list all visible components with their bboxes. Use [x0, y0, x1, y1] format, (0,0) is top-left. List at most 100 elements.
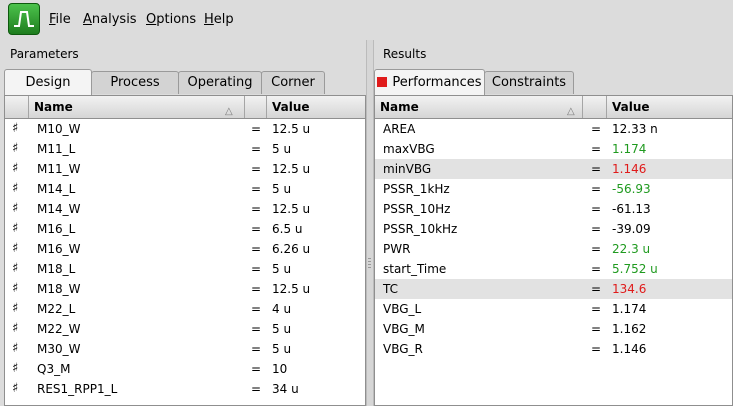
menu-analysis[interactable]: Analysis — [83, 12, 137, 27]
table-row[interactable]: ♯ M11_W = 12.5 u — [5, 159, 365, 179]
result-value: 12.33 n — [612, 122, 658, 136]
menu-file[interactable]: File — [49, 12, 71, 27]
param-value[interactable]: 12.5 u — [272, 159, 310, 179]
table-row[interactable]: ♯ M14_L = 5 u — [5, 179, 365, 199]
param-equals: = — [251, 162, 262, 176]
param-equals: = — [251, 382, 262, 396]
result-name: maxVBG — [383, 142, 435, 156]
row-hash-icon: ♯ — [12, 361, 19, 376]
tab-operating[interactable]: Operating — [178, 71, 262, 94]
param-value[interactable]: 10 — [272, 359, 287, 379]
param-equals: = — [251, 362, 262, 376]
table-row[interactable]: ♯ M18_W = 12.5 u — [5, 279, 365, 299]
param-value[interactable]: 12.5 u — [272, 119, 310, 139]
table-row[interactable]: ♯ M16_L = 6.5 u — [5, 219, 365, 239]
row-hash-icon: ♯ — [12, 221, 19, 236]
result-name: start_Time — [383, 262, 447, 276]
tab-process[interactable]: Process — [91, 71, 179, 94]
performances-indicator-icon — [377, 77, 388, 87]
param-name: M22_W — [37, 322, 81, 336]
menu-help[interactable]: Help — [204, 12, 234, 27]
parameters-tabbar: Design Process Operating Corner — [4, 69, 366, 95]
param-value[interactable]: 5 u — [272, 319, 291, 339]
table-row[interactable]: maxVBG = 1.174 — [375, 139, 732, 159]
row-hash-icon: ♯ — [12, 241, 19, 256]
result-value: 134.6 — [612, 282, 647, 296]
menu-help-mnemonic: H — [204, 12, 214, 27]
result-name: AREA — [383, 122, 416, 136]
param-name: M14_L — [37, 182, 76, 196]
result-equals: = — [591, 302, 602, 316]
table-row[interactable]: ♯ M22_L = 4 u — [5, 299, 365, 319]
table-row[interactable]: PSSR_10kHz = -39.09 — [375, 219, 732, 239]
table-row[interactable]: ♯ M30_W = 5 u — [5, 339, 365, 359]
param-name: M16_L — [37, 222, 76, 236]
tab-design-label: Design — [25, 75, 71, 90]
tab-corner-label: Corner — [271, 75, 315, 90]
result-equals: = — [591, 282, 602, 296]
results-header-eq — [583, 96, 607, 118]
param-value[interactable]: 12.5 u — [272, 279, 310, 299]
result-name: minVBG — [383, 162, 432, 176]
result-equals: = — [591, 322, 602, 336]
table-row[interactable]: start_Time = 5.752 u — [375, 259, 732, 279]
table-row[interactable]: VBG_M = 1.162 — [375, 319, 732, 339]
param-name: M10_W — [37, 122, 81, 136]
param-value[interactable]: 5 u — [272, 259, 291, 279]
menu-options-label: ptions — [156, 12, 197, 27]
row-hash-icon: ♯ — [12, 161, 19, 176]
parameters-header-name[interactable]: Name △ — [29, 96, 245, 118]
param-equals: = — [251, 142, 262, 156]
results-header-value[interactable]: Value — [607, 96, 733, 118]
result-value: 5.752 u — [612, 262, 658, 276]
param-value[interactable]: 4 u — [272, 299, 291, 319]
param-value[interactable]: 5 u — [272, 179, 291, 199]
result-value: -61.13 — [612, 202, 651, 216]
table-row[interactable]: ♯ Q3_M = 10 — [5, 359, 365, 379]
results-header-name-label: Name — [380, 100, 419, 114]
table-row[interactable]: AREA = 12.33 n — [375, 119, 732, 139]
table-row[interactable]: VBG_R = 1.146 — [375, 339, 732, 359]
table-row[interactable]: TC = 134.6 — [375, 279, 732, 299]
tab-performances[interactable]: Performances — [374, 69, 485, 95]
param-name: M11_L — [37, 142, 76, 156]
table-row[interactable]: ♯ M18_L = 5 u — [5, 259, 365, 279]
tab-operating-label: Operating — [187, 75, 253, 90]
table-row[interactable]: PSSR_1kHz = -56.93 — [375, 179, 732, 199]
param-value[interactable]: 6.26 u — [272, 239, 310, 259]
table-row[interactable]: ♯ M14_W = 12.5 u — [5, 199, 365, 219]
param-name: M16_W — [37, 242, 81, 256]
table-row[interactable]: PWR = 22.3 u — [375, 239, 732, 259]
param-value[interactable]: 6.5 u — [272, 219, 303, 239]
menu-analysis-label: nalysis — [91, 12, 137, 27]
table-row[interactable]: ♯ M10_W = 12.5 u — [5, 119, 365, 139]
result-name: PSSR_10Hz — [383, 202, 451, 216]
results-tabbar: Performances Constraints — [374, 69, 733, 95]
splitter-grip-icon[interactable] — [368, 258, 371, 270]
param-value[interactable]: 12.5 u — [272, 199, 310, 219]
parameters-header-value[interactable]: Value — [267, 96, 365, 118]
param-value[interactable]: 34 u — [272, 379, 299, 399]
param-equals: = — [251, 182, 262, 196]
param-equals: = — [251, 122, 262, 136]
results-header-name[interactable]: Name △ — [375, 96, 583, 118]
param-value[interactable]: 5 u — [272, 139, 291, 159]
table-row[interactable]: VBG_L = 1.174 — [375, 299, 732, 319]
table-row[interactable]: ♯ RES1_RPP1_L = 34 u — [5, 379, 365, 399]
table-row[interactable]: PSSR_10Hz = -61.13 — [375, 199, 732, 219]
panel-splitter[interactable] — [366, 40, 374, 406]
param-equals: = — [251, 282, 262, 296]
results-title: Results — [383, 47, 427, 61]
table-row[interactable]: ♯ M16_W = 6.26 u — [5, 239, 365, 259]
param-equals: = — [251, 342, 262, 356]
result-name: PSSR_10kHz — [383, 222, 458, 236]
tab-constraints[interactable]: Constraints — [484, 71, 574, 94]
result-equals: = — [591, 162, 602, 176]
menu-options[interactable]: Options — [146, 12, 196, 27]
tab-design[interactable]: Design — [4, 69, 92, 95]
table-row[interactable]: ♯ M22_W = 5 u — [5, 319, 365, 339]
param-value[interactable]: 5 u — [272, 339, 291, 359]
tab-corner[interactable]: Corner — [261, 71, 325, 94]
table-row[interactable]: minVBG = 1.146 — [375, 159, 732, 179]
table-row[interactable]: ♯ M11_L = 5 u — [5, 139, 365, 159]
